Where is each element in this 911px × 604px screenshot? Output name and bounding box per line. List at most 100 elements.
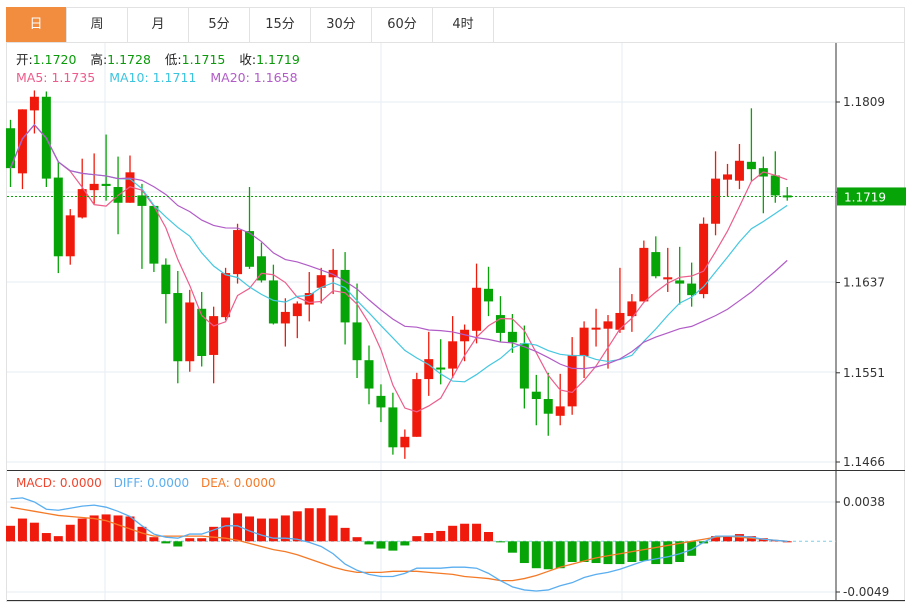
macd-bar <box>185 538 195 542</box>
close-label: 收: <box>239 52 257 67</box>
candle-body <box>531 391 541 400</box>
macd-bar <box>484 532 493 542</box>
candle-body <box>555 406 565 416</box>
macd-bar <box>197 538 207 542</box>
ohlc-info: 开:1.1720 高:1.1728 低:1.1715 收:1.1719 MA5:… <box>16 51 310 87</box>
price-tick-label: 1.1551 <box>843 366 885 380</box>
candle-body <box>388 407 398 448</box>
macd-bar <box>77 518 87 542</box>
candle <box>627 294 637 332</box>
candle <box>65 209 75 265</box>
macd-bar <box>53 536 63 542</box>
candle <box>245 187 254 269</box>
macd-bar <box>507 541 517 553</box>
candle <box>579 321 589 379</box>
candle-body <box>567 354 577 407</box>
candle-body <box>221 273 231 318</box>
candle <box>448 316 458 379</box>
candle <box>615 267 625 333</box>
macd-bar <box>65 524 75 542</box>
candle-body <box>412 379 422 437</box>
candle <box>388 392 398 455</box>
ma20-line <box>9 123 788 370</box>
macd-bar <box>376 541 386 549</box>
candle-body <box>89 183 99 191</box>
candle-body <box>245 231 254 267</box>
macd-bar <box>448 525 458 542</box>
open-label: 开: <box>16 52 33 67</box>
macd-bar <box>161 541 171 544</box>
candle <box>53 161 63 274</box>
macd-bar <box>388 541 398 551</box>
macd-bar <box>651 541 661 565</box>
candle-body <box>448 341 458 369</box>
macd-info: MACD: 0.0000 DIFF: 0.0000 DEA: 0.0000 <box>16 476 276 490</box>
price-tick-label: 1.1809 <box>843 95 885 109</box>
macd-bar <box>400 541 410 546</box>
diff-value: DIFF: 0.0000 <box>113 476 190 490</box>
candle-body <box>687 283 697 296</box>
macd-bar <box>591 541 601 564</box>
candle-body <box>639 247 649 302</box>
close-value: 1.1719 <box>256 52 300 67</box>
macd-bar <box>424 533 434 542</box>
candle <box>197 291 207 367</box>
candle <box>268 264 278 325</box>
candle <box>412 372 422 437</box>
candle-body <box>101 183 111 186</box>
candle <box>77 158 87 219</box>
candle-body <box>400 436 410 448</box>
macd-bar <box>364 541 374 545</box>
macd-tick-label: 0.0038 <box>843 495 885 509</box>
candle <box>185 289 195 372</box>
last-price-label: 1.1719 <box>844 190 886 204</box>
low-label: 低: <box>164 52 182 67</box>
price-tick-label: 1.1637 <box>843 276 885 290</box>
candle-body <box>734 160 744 181</box>
candle <box>233 223 243 284</box>
macd-bar <box>41 533 51 542</box>
macd-bar <box>519 541 529 564</box>
candle-body <box>137 195 147 206</box>
candle <box>6 119 15 188</box>
macd-bar <box>316 508 326 542</box>
macd-tick-label: -0.0049 <box>843 585 889 599</box>
candle <box>376 384 386 423</box>
candle-body <box>495 315 505 333</box>
candle <box>328 248 338 295</box>
candle-body <box>543 399 553 414</box>
candle <box>364 345 374 405</box>
macd-bar <box>17 518 27 542</box>
candle <box>687 262 697 307</box>
macd-bar <box>436 530 446 542</box>
macd-bar <box>149 537 159 542</box>
high-value: 1.1728 <box>107 52 151 67</box>
macd-bar <box>256 518 266 542</box>
candle-body <box>615 312 625 330</box>
candle-body <box>424 359 434 380</box>
macd-bar <box>687 541 697 556</box>
kline-chart[interactable]: 1.18091.17231.16371.15511.14660.0038-0.0… <box>0 0 911 604</box>
candle-body <box>591 327 601 330</box>
candle <box>161 258 171 324</box>
candle-body <box>6 128 15 169</box>
ma-row: MA5: 1.1735 MA10: 1.1711 MA20: 1.1658 <box>16 69 310 87</box>
candle-body <box>77 189 87 218</box>
macd-bar <box>495 541 505 543</box>
candle <box>758 156 768 214</box>
candle <box>29 90 39 134</box>
candle <box>519 325 529 409</box>
candle-body <box>723 174 732 180</box>
candle-body <box>364 360 374 389</box>
macd-bar <box>555 541 565 569</box>
macd-bar <box>531 541 541 569</box>
macd-bar <box>304 508 314 542</box>
candle <box>173 270 183 384</box>
macd-bar <box>328 515 338 542</box>
candle-body <box>65 215 75 257</box>
candle <box>149 205 159 273</box>
candle <box>675 246 685 305</box>
candle <box>782 187 792 201</box>
candle-body <box>519 343 529 389</box>
macd-bar <box>543 541 553 570</box>
